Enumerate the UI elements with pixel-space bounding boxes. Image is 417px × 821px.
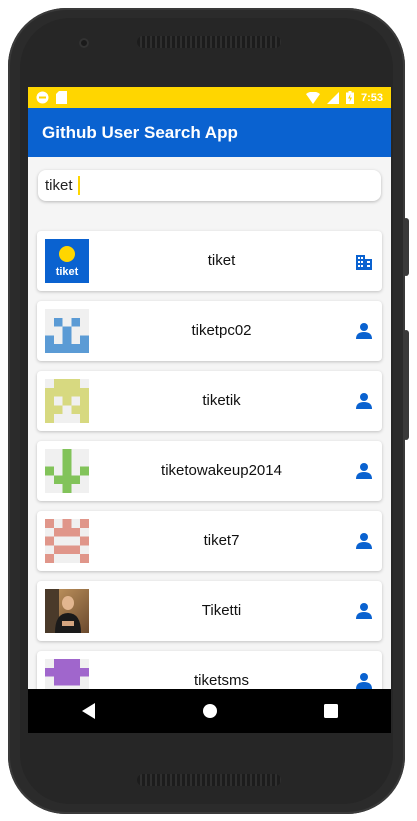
sync-icon [36, 91, 49, 104]
avatar [45, 589, 89, 633]
avatar [45, 379, 89, 423]
list-item[interactable]: tiket tiket [37, 231, 382, 291]
wifi-icon [305, 91, 320, 104]
person-icon [356, 393, 372, 409]
business-icon [356, 255, 372, 270]
tiket-logo: tiket [45, 239, 89, 283]
back-button[interactable] [69, 691, 109, 731]
person-icon [356, 673, 372, 689]
person-icon [356, 323, 372, 339]
recents-button[interactable] [311, 691, 351, 731]
navigation-bar [28, 689, 391, 733]
identicon [45, 379, 89, 423]
identicon [45, 519, 89, 563]
person-icon [356, 603, 372, 619]
user-login: Tiketti [201, 602, 242, 619]
text-caret [78, 176, 80, 195]
signal-icon [326, 91, 339, 104]
identicon [45, 449, 89, 493]
recents-icon [323, 704, 338, 718]
user-login: tiketowakeup2014 [161, 462, 282, 479]
profile-photo [45, 589, 89, 633]
avatar [45, 519, 89, 563]
top-speaker [137, 36, 281, 48]
search-input[interactable] [45, 177, 77, 194]
search-container [28, 157, 391, 201]
person-icon [356, 463, 372, 479]
app-title: Github User Search App [42, 122, 238, 142]
identicon [45, 317, 89, 353]
user-login: tiket7 [203, 532, 240, 549]
list-item[interactable]: tiketik [37, 371, 382, 431]
list-item[interactable]: tiketpc02 [37, 301, 382, 361]
front-camera [79, 38, 89, 48]
list-item[interactable]: Tiketti [37, 581, 382, 641]
avatar [45, 309, 89, 353]
list-item[interactable]: tiketowakeup2014 [37, 441, 382, 501]
back-icon [81, 703, 95, 719]
user-login: tiket [207, 252, 236, 269]
power-button [403, 218, 409, 276]
avatar [45, 449, 89, 493]
search-box[interactable] [38, 170, 381, 201]
volume-button [403, 330, 409, 440]
app-screen: 7:53 Github User Search App tiket tiket [28, 87, 391, 733]
status-bar: 7:53 [28, 87, 391, 108]
status-time: 7:53 [360, 91, 383, 104]
battery-icon [345, 91, 354, 104]
list-item[interactable]: tiket7 [37, 511, 382, 571]
avatar: tiket [45, 239, 89, 283]
home-icon [202, 704, 217, 718]
person-icon [356, 533, 372, 549]
app-bar: Github User Search App [28, 108, 391, 157]
bottom-speaker [137, 774, 281, 786]
tiket-logo-text: tiket [56, 266, 79, 278]
user-login: tiketik [202, 392, 241, 409]
home-button[interactable] [190, 691, 230, 731]
user-login: tiketpc02 [191, 322, 252, 339]
sd-card-icon [56, 91, 67, 104]
